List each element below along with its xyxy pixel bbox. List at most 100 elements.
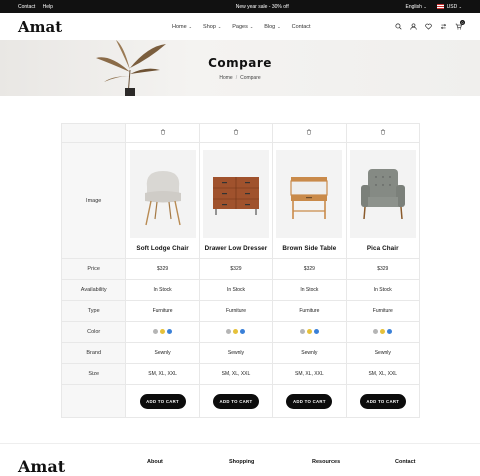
type-value: Furniture <box>272 300 347 322</box>
price-value: $329 <box>272 258 347 280</box>
color-swatch[interactable] <box>226 329 232 335</box>
topbar-contact-link[interactable]: Contact <box>18 4 35 10</box>
table-row-image: Image Soft Lodge Chair Drawer Low Dresse… <box>60 142 421 259</box>
announcement-text: New year sale - 30% off <box>235 3 289 10</box>
size-value: SM, XL, XXL <box>345 363 421 385</box>
footer-logo[interactable]: Amat <box>18 457 65 476</box>
table-row-remove <box>60 123 421 143</box>
color-swatch[interactable] <box>233 329 239 335</box>
row-label-brand: Brand <box>60 342 127 364</box>
user-icon[interactable] <box>410 23 417 30</box>
table-row-color: Color <box>60 321 421 343</box>
color-swatch[interactable] <box>167 329 173 335</box>
chevron-down-icon: ⌄ <box>217 23 222 29</box>
plant-decoration-image <box>96 40 166 96</box>
language-selector[interactable]: English ⌄ <box>406 4 427 10</box>
lounge-chair-image <box>144 170 181 225</box>
trash-icon[interactable] <box>160 129 166 135</box>
type-value: Furniture <box>125 300 200 322</box>
table-corner-cell <box>60 123 127 143</box>
heart-icon[interactable] <box>425 23 432 30</box>
trash-icon[interactable] <box>233 129 239 135</box>
table-row-price: Price $329 $329 $329 $329 <box>60 258 421 280</box>
main-nav: Home ⌄ Shop ⌄ Pages ⌄ Blog ⌄ Contact <box>172 24 311 30</box>
footer-divider <box>0 443 480 444</box>
product-name[interactable]: Brown Side Table <box>273 245 345 252</box>
product-image-link[interactable] <box>129 149 196 238</box>
product-image-link[interactable] <box>276 149 343 238</box>
color-swatches <box>125 321 200 343</box>
page-title: Compare <box>208 56 272 70</box>
color-swatch[interactable] <box>373 329 379 335</box>
color-swatch[interactable] <box>153 329 159 335</box>
search-icon[interactable] <box>395 23 402 30</box>
add-to-cart-button[interactable]: ADD TO CART <box>359 393 406 409</box>
product-image-link[interactable] <box>349 149 416 238</box>
size-value: SM, XL, XXL <box>125 363 200 385</box>
nav-shop[interactable]: Shop ⌄ <box>203 24 221 30</box>
brand-value: Sewnly <box>198 342 274 364</box>
color-swatch[interactable] <box>313 329 319 335</box>
product-name[interactable]: Pica Chair <box>347 245 419 252</box>
logo[interactable]: Amat <box>18 18 62 36</box>
footer: Amat About Shopping Resources Contact <box>0 451 480 476</box>
nav-pages-label: Pages <box>232 23 248 30</box>
price-value: $329 <box>345 258 421 280</box>
cart-cell: ADD TO CART <box>272 384 347 418</box>
nav-blog-label: Blog <box>264 23 276 30</box>
row-label-image: Image <box>60 142 127 259</box>
table-row-availability: Availability In Stock In Stock In Stock … <box>60 279 421 301</box>
breadcrumb: Home / Compare <box>0 75 480 81</box>
nav-pages[interactable]: Pages ⌄ <box>232 24 253 30</box>
page-hero: Compare Home / Compare <box>0 40 480 96</box>
breadcrumb-current: Compare <box>240 75 261 81</box>
trash-icon[interactable] <box>306 129 312 135</box>
availability-value: In Stock <box>198 279 274 301</box>
product-cell: Pica Chair <box>345 142 421 259</box>
product-name[interactable]: Drawer Low Dresser <box>200 245 272 252</box>
trash-icon[interactable] <box>380 129 386 135</box>
breadcrumb-separator: / <box>235 75 238 81</box>
color-swatch[interactable] <box>299 329 305 335</box>
nav-blog[interactable]: Blog ⌄ <box>264 24 280 30</box>
brand-value: Sewnly <box>125 342 200 364</box>
price-value: $329 <box>125 258 200 280</box>
product-name[interactable]: Soft Lodge Chair <box>126 245 198 252</box>
type-value: Furniture <box>345 300 421 322</box>
add-to-cart-button[interactable]: ADD TO CART <box>286 393 333 409</box>
color-swatch[interactable] <box>160 329 166 335</box>
table-row-size: Size SM, XL, XXL SM, XL, XXL SM, XL, XXL… <box>60 363 421 385</box>
row-label-type: Type <box>60 300 127 322</box>
product-image-link[interactable] <box>202 149 269 238</box>
remove-cell <box>345 123 421 143</box>
product-cell: Soft Lodge Chair <box>125 142 200 259</box>
footer-heading-contact: Contact <box>395 459 416 465</box>
breadcrumb-home-link[interactable]: Home <box>219 75 232 81</box>
color-swatch[interactable] <box>306 329 312 335</box>
footer-heading-shopping: Shopping <box>229 459 255 465</box>
product-cell: Drawer Low Dresser <box>198 142 274 259</box>
currency-selector[interactable]: USD ⌄ <box>436 3 462 10</box>
add-to-cart-button[interactable]: ADD TO CART <box>212 393 259 409</box>
price-value: $329 <box>198 258 274 280</box>
currency-label: USD <box>446 3 458 10</box>
availability-value: In Stock <box>125 279 200 301</box>
compare-icon[interactable] <box>440 23 447 30</box>
chevron-down-icon: ⌄ <box>277 23 281 29</box>
nav-contact[interactable]: Contact <box>292 24 311 30</box>
add-to-cart-button[interactable]: ADD TO CART <box>139 393 186 409</box>
compare-table: Image Soft Lodge Chair Drawer Low Dresse… <box>60 123 421 418</box>
side-table-image <box>290 176 328 219</box>
row-label-price: Price <box>60 258 127 280</box>
color-swatch[interactable] <box>380 329 386 335</box>
footer-heading-about: About <box>147 459 163 465</box>
remove-cell <box>125 123 200 143</box>
topbar-help-link[interactable]: Help <box>43 4 53 10</box>
color-swatch[interactable] <box>240 329 246 335</box>
color-swatch[interactable] <box>387 329 393 335</box>
chevron-down-icon: ⌄ <box>249 23 254 29</box>
nav-home[interactable]: Home ⌄ <box>172 24 192 30</box>
cart-button[interactable]: 0 <box>455 20 465 30</box>
type-value: Furniture <box>198 300 274 322</box>
size-value: SM, XL, XXL <box>198 363 274 385</box>
